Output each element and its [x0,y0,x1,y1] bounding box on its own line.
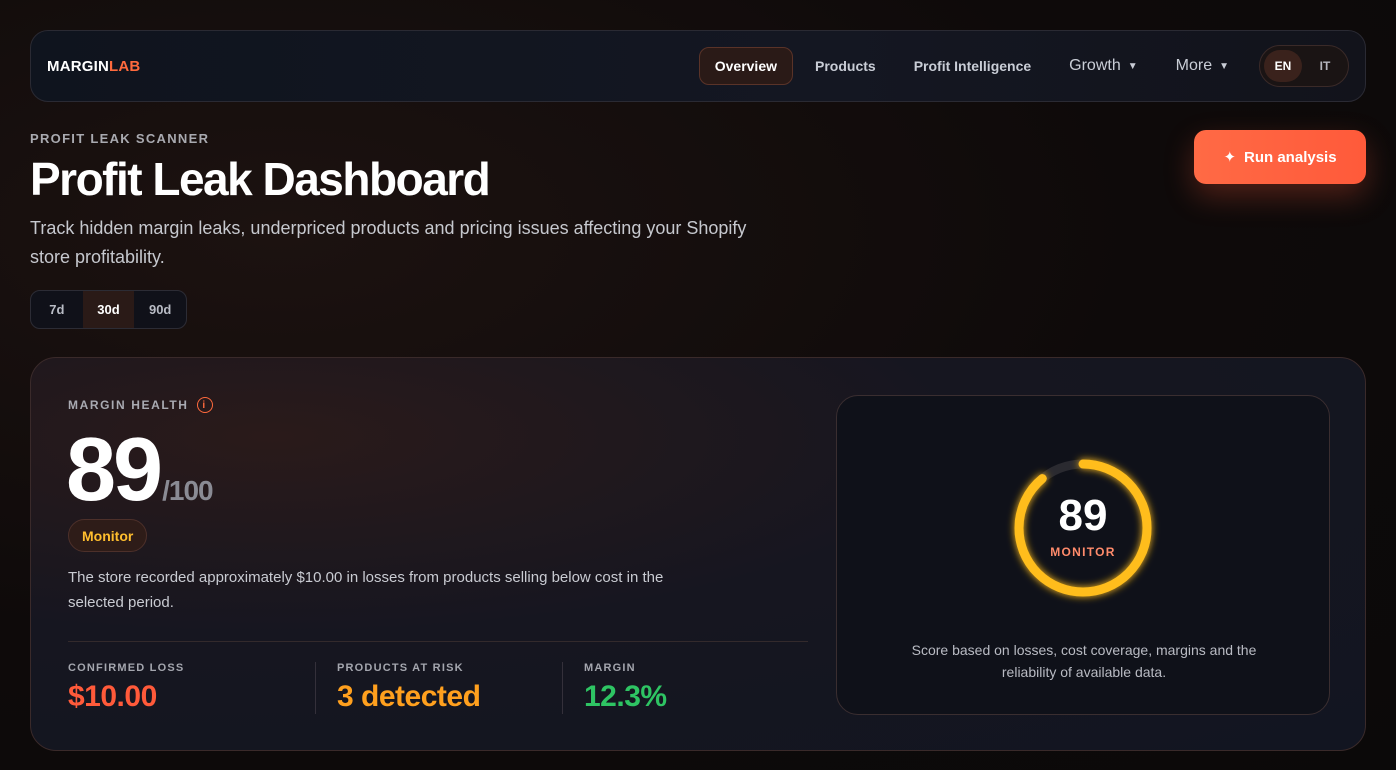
stat-value: 3 detected [337,680,481,713]
health-description: The store recorded approximately $10.00 … [68,569,664,611]
stat-value: 12.3% [584,680,667,713]
nav-item-label: Profit Intelligence [913,58,1032,74]
nav-item-label: Growth [1069,57,1121,74]
run-analysis-button[interactable]: ✦ Run analysis [1194,130,1366,184]
health-score: 89 /100 [66,420,214,520]
page-title: Profit Leak Dashboard [30,153,491,205]
margin-health-title: MARGIN HEALTH [68,398,189,412]
stat-label: PRODUCTS AT RISK [337,662,464,674]
health-score-max: /100 [162,475,213,506]
period-7d-button[interactable]: 7d [31,291,83,328]
lang-en-button[interactable]: EN [1264,50,1302,82]
health-score-value: 89 [66,420,163,520]
stat-label: MARGIN [584,662,636,674]
caret-down-icon: ▼ [1127,60,1138,72]
stat-products-at-risk: PRODUCTS AT RISK 3 detected [337,662,481,714]
stat-label: CONFIRMED LOSS [68,662,185,674]
nav-menu: Overview Products Profit Intelligence Gr… [698,45,1349,87]
nav-item-growth[interactable]: Growth ▼ [1053,47,1153,85]
period-90d-button[interactable]: 90d [134,291,186,328]
ring-status-label: MONITOR [1050,545,1116,559]
page-eyebrow: PROFIT LEAK SCANNER [30,131,210,146]
nav-item-products[interactable]: Products [799,47,892,85]
page-subtitle: Track hidden margin leaks, underpriced p… [30,218,747,267]
nav-item-profit-intelligence[interactable]: Profit Intelligence [898,47,1047,85]
score-gauge-panel: 89 MONITOR Score based on losses, cost c… [836,395,1330,715]
nav-item-label: More [1175,57,1213,74]
run-analysis-label: Run analysis [1244,148,1337,166]
nav-item-label: Overview [714,58,777,74]
lang-it-button[interactable]: IT [1306,50,1344,82]
period-30d-button[interactable]: 30d [82,291,135,328]
brand-name-main: MARGIN [47,57,110,75]
sparkle-icon: ✦ [1223,149,1237,166]
ring-score-value: 89 [1058,491,1108,540]
brand-logo[interactable]: MARGINLAB [47,58,140,75]
language-toggle: EN IT [1259,45,1349,87]
stat-margin: MARGIN 12.3% [584,662,667,714]
period-selector: 7d 30d 90d [30,290,187,329]
margin-health-card: MARGIN HEALTH i 89 /100 Monitor The stor… [30,357,1366,751]
score-ring: 89 MONITOR [1003,448,1163,608]
score-caption: Score based on losses, cost coverage, ma… [911,642,1257,680]
stat-separator [315,662,316,714]
nav-item-overview[interactable]: Overview [698,47,793,85]
nav-item-more[interactable]: More ▼ [1160,47,1245,85]
stat-confirmed-loss: CONFIRMED LOSS $10.00 [68,662,184,714]
stat-value: $10.00 [68,680,157,713]
stat-separator [562,662,563,714]
caret-down-icon: ▼ [1219,60,1229,72]
top-navbar: MARGINLAB Overview Products Profit Intel… [30,30,1366,102]
nav-item-label: Products [815,58,876,74]
margin-health-label: MARGIN HEALTH i [68,397,213,413]
brand-name-accent: LAB [109,57,141,75]
divider [68,641,808,642]
status-badge: Monitor [68,519,148,552]
info-icon[interactable]: i [196,397,213,413]
